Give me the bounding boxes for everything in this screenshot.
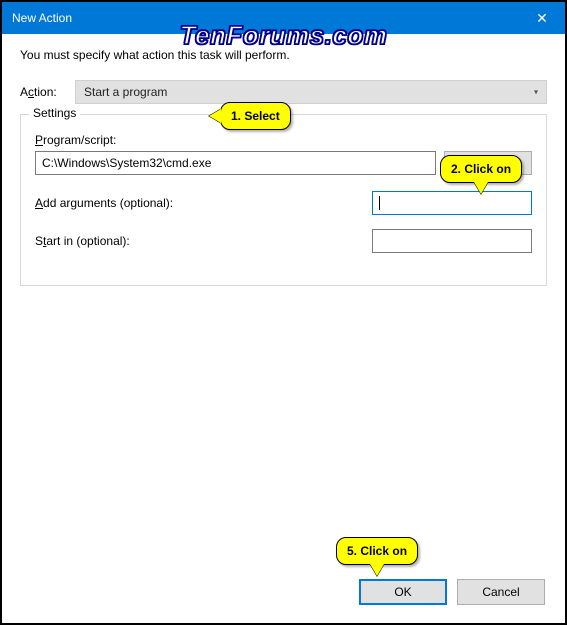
ok-button[interactable]: OK (359, 579, 447, 605)
chevron-down-icon: ▾ (534, 88, 538, 97)
callout-select: 1. Select (220, 102, 291, 130)
arguments-label: Add arguments (optional): (35, 196, 372, 210)
action-dropdown-value: Start a program (84, 85, 167, 99)
window-title: New Action (12, 11, 72, 25)
titlebar: New Action ✕ (2, 2, 565, 34)
intro-text: You must specify what action this task w… (20, 48, 547, 62)
startin-label: Start in (optional): (35, 234, 372, 248)
settings-legend: Settings (29, 106, 80, 120)
text-caret (379, 196, 380, 210)
startin-row: Start in (optional): (35, 229, 532, 253)
callout-ok: 5. Click on (336, 537, 418, 565)
arguments-input[interactable] (372, 191, 532, 215)
close-button[interactable]: ✕ (519, 2, 565, 34)
settings-fieldset: Settings Program/script: Browse... Add a… (20, 114, 547, 286)
program-script-input[interactable] (35, 151, 436, 175)
callout-browse: 2. Click on (440, 155, 522, 183)
action-row: Action: Start a program ▾ (20, 80, 547, 104)
action-label: Action: (20, 85, 75, 99)
cancel-button[interactable]: Cancel (457, 579, 545, 605)
close-icon: ✕ (536, 10, 548, 27)
action-dropdown[interactable]: Start a program ▾ (75, 80, 547, 104)
program-script-label: Program/script: (35, 133, 532, 147)
startin-input[interactable] (372, 229, 532, 253)
arguments-row: Add arguments (optional): (35, 191, 532, 215)
dialog-buttons: OK Cancel (359, 579, 545, 605)
